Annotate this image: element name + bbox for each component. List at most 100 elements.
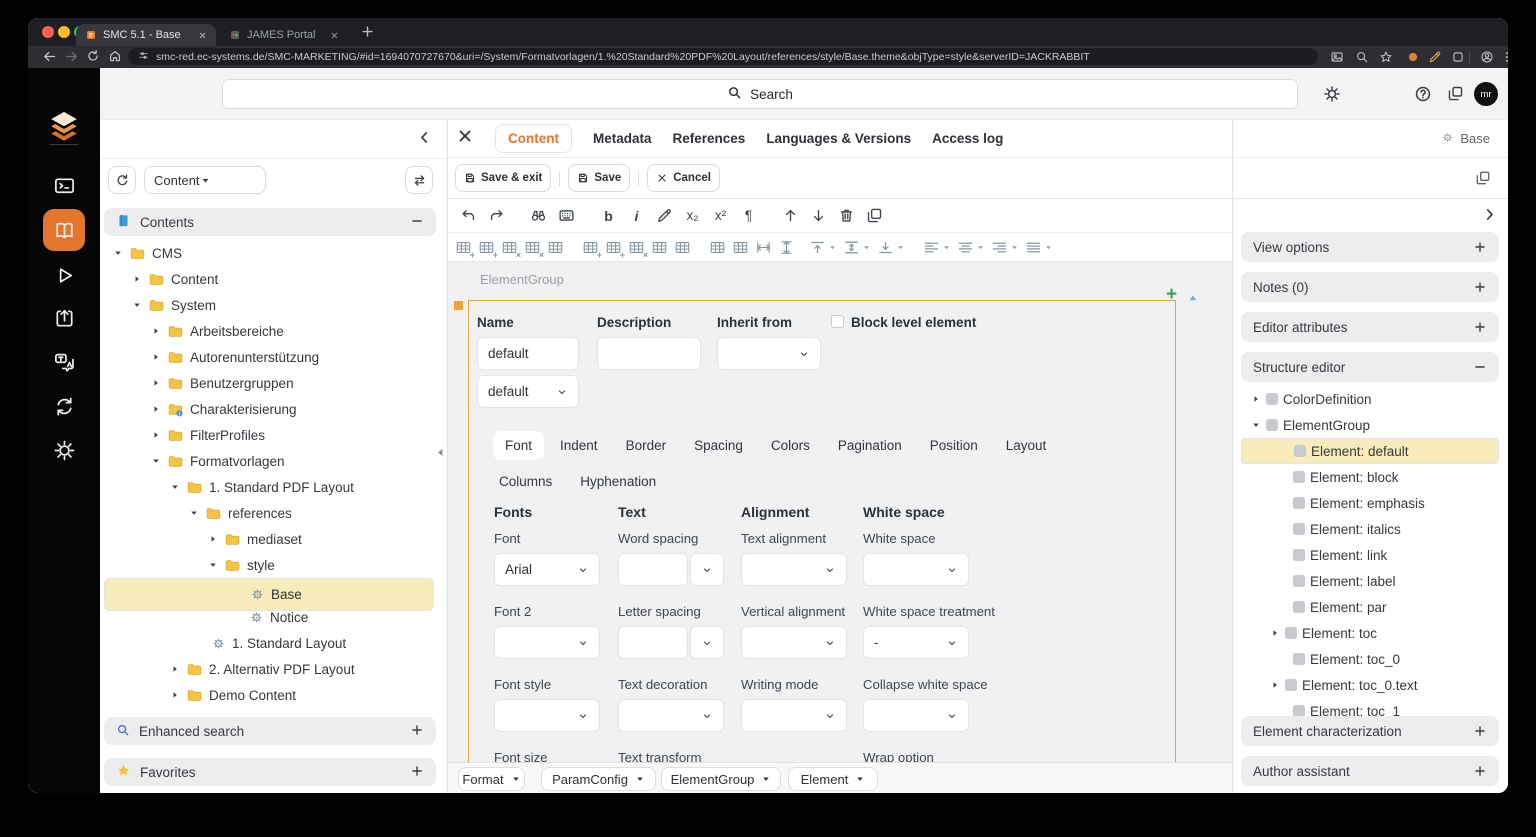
structure-item[interactable]: ColorDefinition	[1241, 386, 1499, 412]
refresh-tree-button[interactable]	[108, 166, 136, 194]
font-select[interactable]: Arial	[494, 553, 600, 586]
tree-item[interactable]: FilterProfiles	[104, 422, 434, 448]
elementgroup-dropdown-button[interactable]: ElementGroup	[661, 767, 781, 791]
split-cells-icon[interactable]	[674, 239, 691, 256]
tree-mode-select[interactable]: Content	[144, 166, 266, 194]
menu-dots-icon[interactable]	[1500, 50, 1508, 69]
rail-item-content-book[interactable]	[43, 209, 85, 251]
extension-icon[interactable]	[1406, 50, 1420, 69]
align-center-icon[interactable]	[957, 239, 985, 256]
white-space-select[interactable]	[863, 553, 969, 586]
collapse-white-space-select[interactable]	[863, 699, 969, 732]
move-up-triangle-icon[interactable]	[1187, 291, 1199, 309]
rail-item-preview-play[interactable]	[43, 254, 85, 296]
structure-item[interactable]: Element: par	[1241, 594, 1499, 620]
italic-icon[interactable]: i	[624, 204, 649, 228]
open-windows-icon[interactable]	[1447, 85, 1464, 107]
special-characters-icon[interactable]	[554, 204, 579, 228]
section-structure-editor[interactable]: Structure editor	[1241, 352, 1499, 382]
tree-item[interactable]: CMS	[104, 240, 434, 266]
browser-tab[interactable]: JAMES Portal	[220, 24, 348, 46]
insert-column-right-icon[interactable]: +	[478, 239, 495, 256]
letter-spacing-unit-select[interactable]	[690, 626, 724, 659]
structure-item[interactable]: Element: toc	[1241, 620, 1499, 646]
save-exit-button[interactable]: Save & exit	[455, 164, 551, 192]
bookmark-star-icon[interactable]	[1379, 50, 1393, 69]
move-up-icon[interactable]	[778, 204, 803, 228]
block-level-checkbox[interactable]	[831, 315, 844, 328]
minimize-window-button[interactable]	[58, 26, 70, 38]
section-view-options[interactable]: View options	[1241, 232, 1499, 262]
enhanced-search-section[interactable]: Enhanced search	[104, 717, 436, 745]
save-button[interactable]: Save	[568, 164, 630, 192]
forward-button[interactable]	[64, 49, 79, 69]
detach-window-icon[interactable]	[1475, 170, 1491, 191]
tree-item[interactable]: Charakterisierung	[104, 396, 434, 422]
font-2-select[interactable]	[494, 626, 600, 659]
structure-item[interactable]: Element: default	[1241, 438, 1499, 464]
align-right-icon[interactable]	[991, 239, 1019, 256]
settings-gear-icon[interactable]	[1323, 85, 1341, 108]
style-tab-columns[interactable]: Columns	[485, 474, 566, 489]
tab-metadata[interactable]: Metadata	[593, 131, 652, 146]
structure-item[interactable]: ElementGroup	[1241, 412, 1499, 438]
text-decoration-select[interactable]	[618, 699, 724, 732]
collapse-panel-chevron-left-icon[interactable]	[416, 129, 433, 151]
swap-panel-button[interactable]	[405, 166, 433, 194]
align-justify-icon[interactable]	[1025, 239, 1053, 256]
collapse-minus-icon[interactable]	[410, 214, 424, 231]
address-bar[interactable]: smc-red.ec-systems.de/SMC-MARKETING/#id=…	[128, 48, 1318, 65]
structure-item[interactable]: Element: label	[1241, 568, 1499, 594]
insert-row-above-icon[interactable]: +	[582, 239, 599, 256]
tree-item[interactable]: Demo Content	[104, 682, 434, 708]
description-input[interactable]	[597, 337, 701, 370]
insert-row-below-icon[interactable]: +	[605, 239, 622, 256]
block-marker[interactable]	[454, 301, 463, 310]
zoom-icon[interactable]	[1355, 50, 1369, 69]
tree-item[interactable]: Autorenunterstützung	[104, 344, 434, 370]
table-properties-icon[interactable]	[547, 239, 564, 256]
structure-item[interactable]: Element: block	[1241, 464, 1499, 490]
delete-icon[interactable]	[834, 204, 859, 228]
section-element-characterization[interactable]: Element characterization	[1241, 716, 1499, 746]
close-window-button[interactable]	[42, 26, 54, 38]
rail-item-translation[interactable]	[43, 341, 85, 383]
reload-button[interactable]	[86, 49, 100, 68]
tab-languages-versions[interactable]: Languages & Versions	[766, 131, 911, 146]
redo-icon[interactable]	[484, 204, 509, 228]
table-layout-icon[interactable]	[732, 239, 749, 256]
tree-item[interactable]: mediaset	[104, 526, 434, 552]
style-tab-indent[interactable]: Indent	[546, 438, 612, 453]
table-width-icon[interactable]	[755, 239, 772, 256]
help-icon[interactable]	[1414, 85, 1432, 108]
profile-icon[interactable]	[1480, 50, 1494, 69]
tree-item[interactable]: Content	[104, 266, 434, 292]
structure-item[interactable]: Element: toc_0.text	[1241, 672, 1499, 698]
subscript-icon[interactable]: x₂	[680, 204, 705, 228]
text-alignment-select[interactable]	[741, 553, 847, 586]
paragraph-mark-icon[interactable]: ¶	[736, 204, 761, 228]
word-spacing-unit-select[interactable]	[690, 553, 724, 586]
delete-row-icon[interactable]: ×	[628, 239, 645, 256]
tree-item[interactable]: Arbeitsbereiche	[104, 318, 434, 344]
tree-item[interactable]: 1. Standard Layout	[104, 630, 434, 656]
expand-plus-icon[interactable]	[410, 723, 424, 740]
white-space-treatment-select[interactable]: -	[863, 626, 969, 659]
rail-item-dashboard[interactable]	[43, 165, 85, 207]
global-search-input[interactable]: Search	[222, 79, 1298, 109]
word-spacing-input[interactable]	[618, 553, 688, 586]
tree-item[interactable]: Benutzergruppen	[104, 370, 434, 396]
rail-item-publish[interactable]	[43, 297, 85, 339]
move-down-icon[interactable]	[806, 204, 831, 228]
close-editor-icon[interactable]	[456, 127, 474, 150]
name-input[interactable]: default	[477, 337, 579, 370]
vertical-alignment-select[interactable]	[741, 626, 847, 659]
structure-item[interactable]: Element: toc_1	[1241, 698, 1499, 716]
superscript-icon[interactable]: x²	[708, 204, 733, 228]
style-tab-colors[interactable]: Colors	[757, 438, 824, 453]
images-icon[interactable]	[1330, 50, 1344, 69]
style-tab-hyphenation[interactable]: Hyphenation	[566, 474, 670, 489]
contents-section-header[interactable]: Contents	[104, 208, 436, 236]
table-grid-icon[interactable]	[709, 239, 726, 256]
style-tab-font[interactable]: Font	[493, 431, 544, 460]
